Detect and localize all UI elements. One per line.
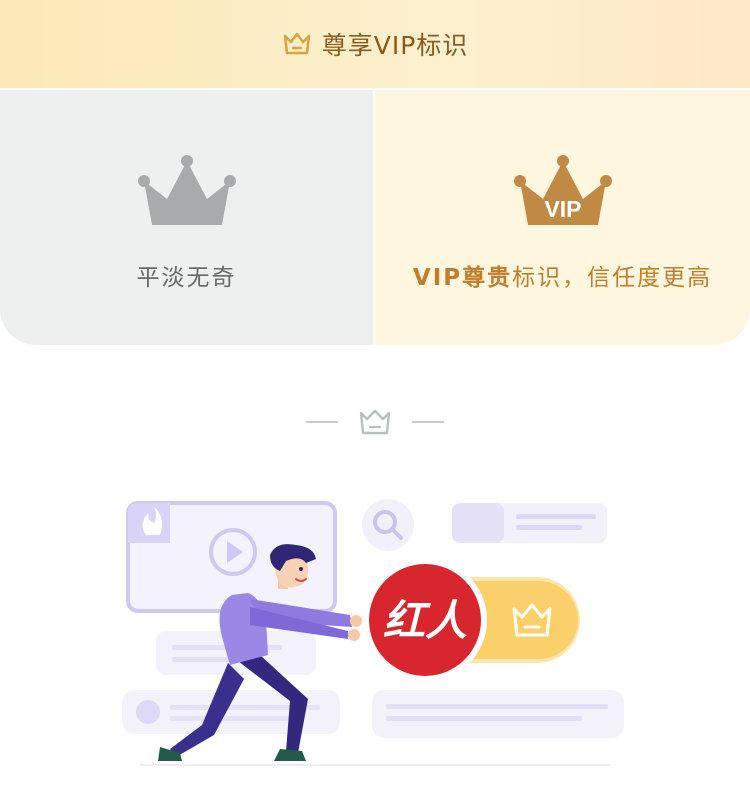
list-row-right <box>372 690 624 738</box>
promo-illustration: 红人 <box>122 499 624 766</box>
hongren-badge: 红人 <box>363 558 487 682</box>
vip-banner: 尊享VIP标识 <box>0 0 750 88</box>
section-divider <box>306 409 444 435</box>
vip-crown-text: VIP <box>544 196 581 222</box>
badge-text: 红人 <box>383 596 467 645</box>
vip-label: VIP尊贵标识，信任度更高 <box>375 258 750 292</box>
crown-icon <box>283 32 311 55</box>
list-card-top <box>452 503 607 543</box>
search-icon <box>362 499 414 551</box>
crown-vip-icon: VIP <box>514 155 612 225</box>
vip-banner-content: 尊享VIP标识 <box>282 26 469 62</box>
vip-label-strong: VIP尊贵 <box>412 265 513 291</box>
banner-title: 尊享VIP标识 <box>321 31 469 60</box>
crown-gray-icon <box>138 155 236 225</box>
panel-vip: VIP VIP尊贵标识，信任度更高 <box>375 90 750 345</box>
crown-outline-icon <box>359 409 391 435</box>
vip-label-rest: 标识，信任度更高 <box>512 265 713 291</box>
panel-ordinary: 平淡无奇 <box>0 90 373 345</box>
ordinary-label: 平淡无奇 <box>136 265 237 291</box>
comparison-panels: 平淡无奇 VIP VIP尊贵标识，信任度更高 <box>0 90 750 345</box>
